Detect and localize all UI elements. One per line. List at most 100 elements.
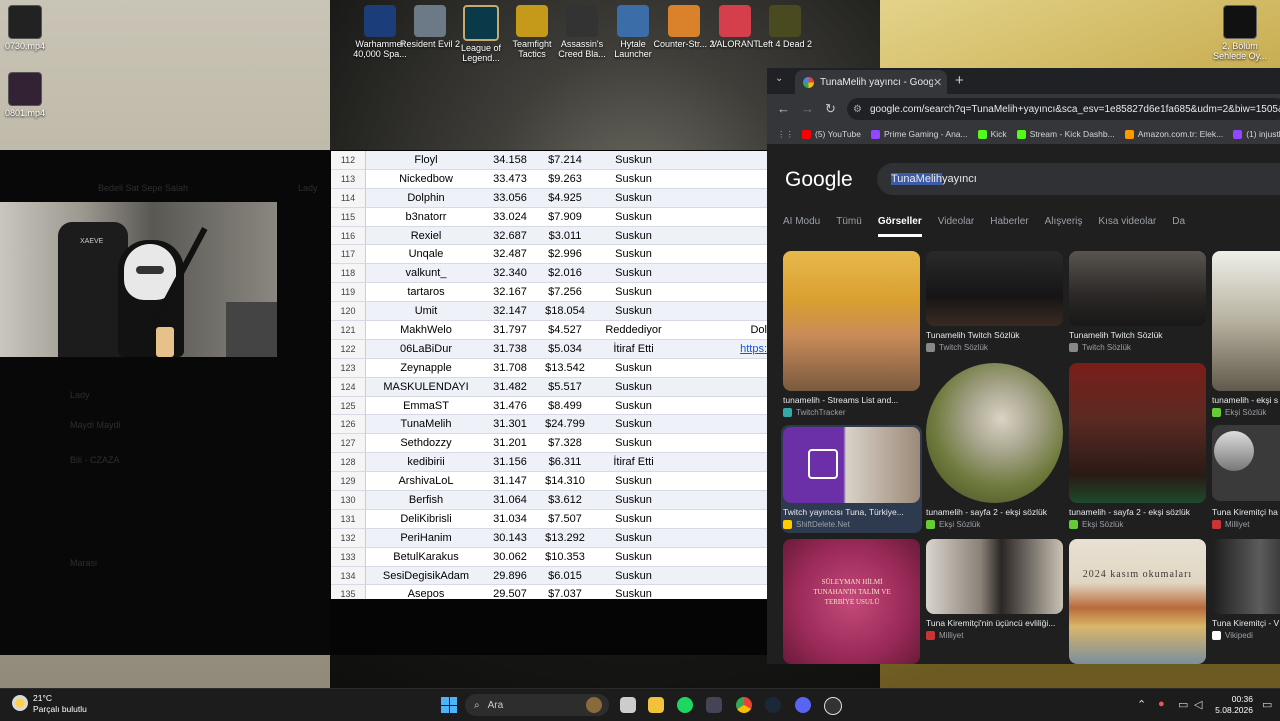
status-cell[interactable]: Suskun [596,282,671,303]
row-number[interactable]: 116 [331,226,366,246]
score-cell[interactable]: 31.476 [486,396,534,416]
discord-icon[interactable] [795,697,811,713]
bookmark-item[interactable]: Prime Gaming - Ana... [871,129,968,139]
score-cell[interactable]: 32.147 [486,301,534,322]
score-cell[interactable]: 31.482 [486,377,534,397]
extra-cell[interactable] [671,169,769,189]
status-cell[interactable]: Suskun [596,471,671,492]
status-cell[interactable]: Suskun [596,188,671,208]
search-tab[interactable]: Videolar [938,216,975,237]
score-cell[interactable]: 32.487 [486,244,534,265]
extra-cell[interactable] [671,301,769,322]
score-cell[interactable]: 31.708 [486,358,534,378]
score-cell[interactable]: 31.301 [486,414,534,435]
status-cell[interactable]: Suskun [596,414,671,435]
status-cell[interactable]: Suskun [596,301,671,322]
player-name-cell[interactable]: Floyl [365,151,486,170]
image-result-9[interactable]: Tuna Kiremitçi'nin üçüncü evliliği... Mi… [926,539,1063,643]
player-name-cell[interactable]: ArshivaLoL [365,471,486,492]
player-name-cell[interactable]: PeriHanim [365,528,486,548]
row-number[interactable]: 114 [331,188,366,208]
score-cell[interactable]: 29.507 [486,584,534,599]
money-cell[interactable]: $2.016 [534,263,596,284]
money-cell[interactable]: $13.542 [534,358,596,378]
status-cell[interactable]: Suskun [596,244,671,265]
score-cell[interactable]: 31.201 [486,433,534,454]
player-name-cell[interactable]: Rexiel [365,226,486,246]
status-cell[interactable]: Suskun [596,151,671,170]
extra-cell[interactable]: https: [671,339,769,359]
player-name-cell[interactable]: Dolphin [365,188,486,208]
image-result-book[interactable]: SÜLEYMAN HİLMİ TUNAHAN'IN TALİM VE TERBİ… [783,539,920,664]
row-number[interactable]: 113 [331,169,366,189]
row-number[interactable]: 130 [331,490,366,510]
status-cell[interactable]: Suskun [596,377,671,397]
row-number[interactable]: 126 [331,414,366,435]
score-cell[interactable]: 31.147 [486,471,534,492]
new-tab-icon[interactable]: + [955,72,964,89]
status-cell[interactable]: Suskun [596,433,671,454]
score-cell[interactable]: 30.062 [486,547,534,567]
money-cell[interactable]: $4.527 [534,320,596,340]
row-number[interactable]: 122 [331,339,366,359]
row-number[interactable]: 120 [331,301,366,322]
image-result-6[interactable]: tunamelih - sayfa 2 - ekşi sözlük Ekşi S… [926,363,1063,533]
score-cell[interactable]: 31.738 [486,339,534,359]
score-cell[interactable]: 31.064 [486,490,534,510]
extra-cell[interactable] [671,509,769,529]
player-name-cell[interactable]: DeliKibrisli [365,509,486,529]
bookmark-item[interactable]: Stream - Kick Dashb... [1016,129,1115,139]
money-cell[interactable]: $7.328 [534,433,596,454]
spotify-icon[interactable] [677,697,693,713]
image-result-5[interactable]: Twitch yayıncısı Tuna, Türkiye... ShiftD… [781,425,922,533]
microphone-icon[interactable]: ● [1158,698,1165,710]
image-result-10[interactable]: Tuna Kiremitçi - V Vikipedi [1212,539,1280,643]
volume-icon[interactable]: ◁ [1194,698,1202,711]
player-name-cell[interactable]: Asepos [365,584,486,599]
money-cell[interactable]: $5.034 [534,339,596,359]
money-cell[interactable]: $7.507 [534,509,596,529]
status-cell[interactable]: Suskun [596,547,671,567]
score-cell[interactable]: 31.034 [486,509,534,529]
forward-arrow-icon[interactable]: → [801,101,814,116]
start-button[interactable] [441,697,457,713]
clock[interactable]: 00:36 5.08.2026 [1207,694,1253,716]
site-info-icon[interactable]: ⚙ [853,104,862,115]
money-cell[interactable]: $10.353 [534,547,596,567]
tab-search-icon[interactable]: ⌄ [775,73,783,84]
extra-cell[interactable] [671,358,769,378]
status-cell[interactable]: Suskun [596,584,671,599]
bookmark-item[interactable]: Kick [977,129,1007,139]
money-cell[interactable]: $13.292 [534,528,596,548]
extra-cell[interactable] [671,282,769,303]
desktop-icon-video-1[interactable]: 0730.mp4 [0,5,57,51]
address-bar[interactable]: ⚙ google.com/search?q=TunaMelih+yayıncı&… [847,98,1280,120]
row-number[interactable]: 119 [331,282,366,303]
back-arrow-icon[interactable]: ← [777,101,790,116]
extra-cell[interactable] [671,471,769,492]
image-result-4[interactable]: tunamelih - ekşi s Ekşi Sözlük [1212,251,1280,421]
extra-cell[interactable] [671,452,769,473]
extra-cell[interactable] [671,396,769,416]
extra-cell[interactable] [671,377,769,397]
google-logo[interactable]: Google [785,168,853,192]
player-name-cell[interactable]: MASKULENDAYI [365,377,486,397]
search-highlight-icon[interactable] [586,697,602,713]
search-tab[interactable]: Da [1172,216,1185,237]
money-cell[interactable]: $7.909 [534,207,596,227]
desktop-icon-left4dead[interactable]: Left 4 Dead 2 [753,5,817,49]
status-cell[interactable]: Suskun [596,226,671,246]
extra-cell[interactable]: Dol [671,320,769,340]
money-cell[interactable]: $3.612 [534,490,596,510]
extra-cell[interactable] [671,566,769,586]
status-cell[interactable]: Suskun [596,263,671,284]
file-explorer-icon[interactable] [648,697,664,713]
row-number[interactable]: 121 [331,320,366,340]
browser-tab[interactable]: TunaMelih yayıncı - Google'da ✕ [795,70,947,94]
image-result-books[interactable]: 2024 kasım okumaları [1069,539,1206,664]
score-cell[interactable]: 32.340 [486,263,534,284]
status-cell[interactable]: Suskun [596,509,671,529]
row-number[interactable]: 123 [331,358,366,378]
player-name-cell[interactable]: Zeynapple [365,358,486,378]
bookmark-item[interactable]: Amazon.com.tr: Elek... [1124,129,1223,139]
